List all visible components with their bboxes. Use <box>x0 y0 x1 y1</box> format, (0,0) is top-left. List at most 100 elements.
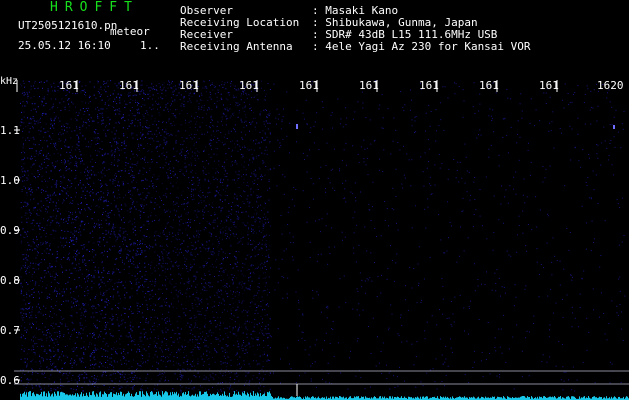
noise-pixel <box>103 89 105 91</box>
noise-pixel <box>249 130 250 132</box>
noise-pixel <box>23 350 25 352</box>
noise-pixel <box>52 229 54 231</box>
noise-pixel <box>268 248 270 250</box>
noise-pixel <box>33 108 34 110</box>
noise-pixel <box>23 309 25 311</box>
noise-pixel <box>243 182 245 184</box>
noise-pixel <box>82 256 84 258</box>
noise-pixel <box>115 258 117 260</box>
noise-pixel <box>238 204 239 206</box>
noise-pixel <box>117 347 119 349</box>
noise-pixel <box>129 377 131 378</box>
noise-pixel <box>206 262 208 264</box>
noise-pixel <box>65 237 67 239</box>
noise-pixel <box>180 194 182 196</box>
noise-pixel <box>111 354 113 355</box>
noise-pixel <box>146 119 148 121</box>
noise-pixel <box>114 282 116 284</box>
noise-pixel <box>211 202 213 204</box>
noise-pixel <box>20 276 22 278</box>
noise-pixel <box>113 101 115 103</box>
noise-pixel <box>170 291 172 293</box>
noise-pixel <box>148 236 150 238</box>
noise-pixel <box>111 155 113 157</box>
noise-pixel <box>99 246 101 248</box>
noise-pixel <box>214 301 216 303</box>
noise-pixel <box>157 140 159 142</box>
noise-pixel <box>156 204 158 206</box>
noise-pixel <box>138 143 140 145</box>
noise-pixel <box>68 168 70 170</box>
noise-pixel <box>35 111 37 113</box>
noise-pixel <box>142 133 144 135</box>
noise-pixel <box>263 235 265 237</box>
noise-pixel <box>98 206 100 208</box>
noise-pixel <box>60 181 61 182</box>
noise-pixel <box>131 287 133 289</box>
noise-pixel <box>194 322 196 324</box>
noise-pixel <box>210 134 212 136</box>
noise-pixel <box>197 372 199 374</box>
noise-pixel <box>75 361 76 363</box>
noise-pixel <box>165 322 167 324</box>
noise-pixel <box>79 322 81 324</box>
noise-pixel <box>33 349 35 350</box>
noise-pixel <box>193 198 195 200</box>
noise-pixel <box>101 123 103 125</box>
noise-pixel <box>259 113 261 115</box>
noise-pixel <box>203 104 205 106</box>
noise-pixel <box>191 151 193 153</box>
noise-pixel <box>250 265 252 267</box>
noise-pixel <box>25 139 27 141</box>
noise-pixel <box>219 223 221 224</box>
noise-pixel <box>122 148 124 150</box>
noise-pixel <box>189 288 191 289</box>
noise-pixel <box>99 287 101 289</box>
noise-pixel <box>74 211 76 213</box>
noise-pixel <box>268 179 270 181</box>
noise-pixel <box>56 293 58 295</box>
noise-pixel <box>105 135 107 137</box>
noise-pixel <box>187 287 189 289</box>
noise-pixel <box>20 337 22 339</box>
noise-pixel <box>262 366 264 367</box>
noise-pixel <box>267 337 269 339</box>
noise-pixel <box>241 121 243 123</box>
noise-pixel <box>40 189 42 191</box>
noise-pixel <box>243 93 244 95</box>
noise-pixel <box>35 281 37 283</box>
noise-pixel <box>110 249 112 251</box>
noise-pixel <box>132 137 134 139</box>
noise-pixel <box>210 116 212 118</box>
noise-pixel <box>75 287 77 289</box>
noise-pixel <box>167 222 169 224</box>
noise-pixel <box>165 357 166 359</box>
noise-pixel <box>155 147 157 149</box>
noise-pixel <box>242 286 244 288</box>
noise-pixel <box>39 81 41 83</box>
noise-pixel <box>212 387 213 389</box>
noise-pixel <box>140 388 142 390</box>
noise-pixel <box>91 230 93 232</box>
noise-pixel <box>165 366 167 368</box>
noise-pixel <box>165 262 167 264</box>
noise-pixel <box>221 116 223 118</box>
noise-pixel <box>240 284 242 286</box>
noise-pixel <box>105 219 107 221</box>
noise-pixel <box>34 335 36 337</box>
noise-pixel <box>50 123 52 125</box>
noise-pixel <box>138 172 140 174</box>
noise-pixel <box>53 388 55 390</box>
noise-pixel <box>74 165 76 167</box>
noise-pixel <box>113 387 115 389</box>
noise-pixel <box>74 267 76 269</box>
noise-pixel <box>160 135 162 136</box>
noise-pixel <box>78 380 80 382</box>
noise-pixel <box>102 233 104 234</box>
noise-pixel <box>82 329 84 331</box>
noise-pixel <box>206 221 208 223</box>
noise-pixel <box>69 238 71 240</box>
noise-pixel <box>229 331 231 333</box>
noise-pixel <box>88 184 90 185</box>
noise-pixel <box>234 315 236 317</box>
